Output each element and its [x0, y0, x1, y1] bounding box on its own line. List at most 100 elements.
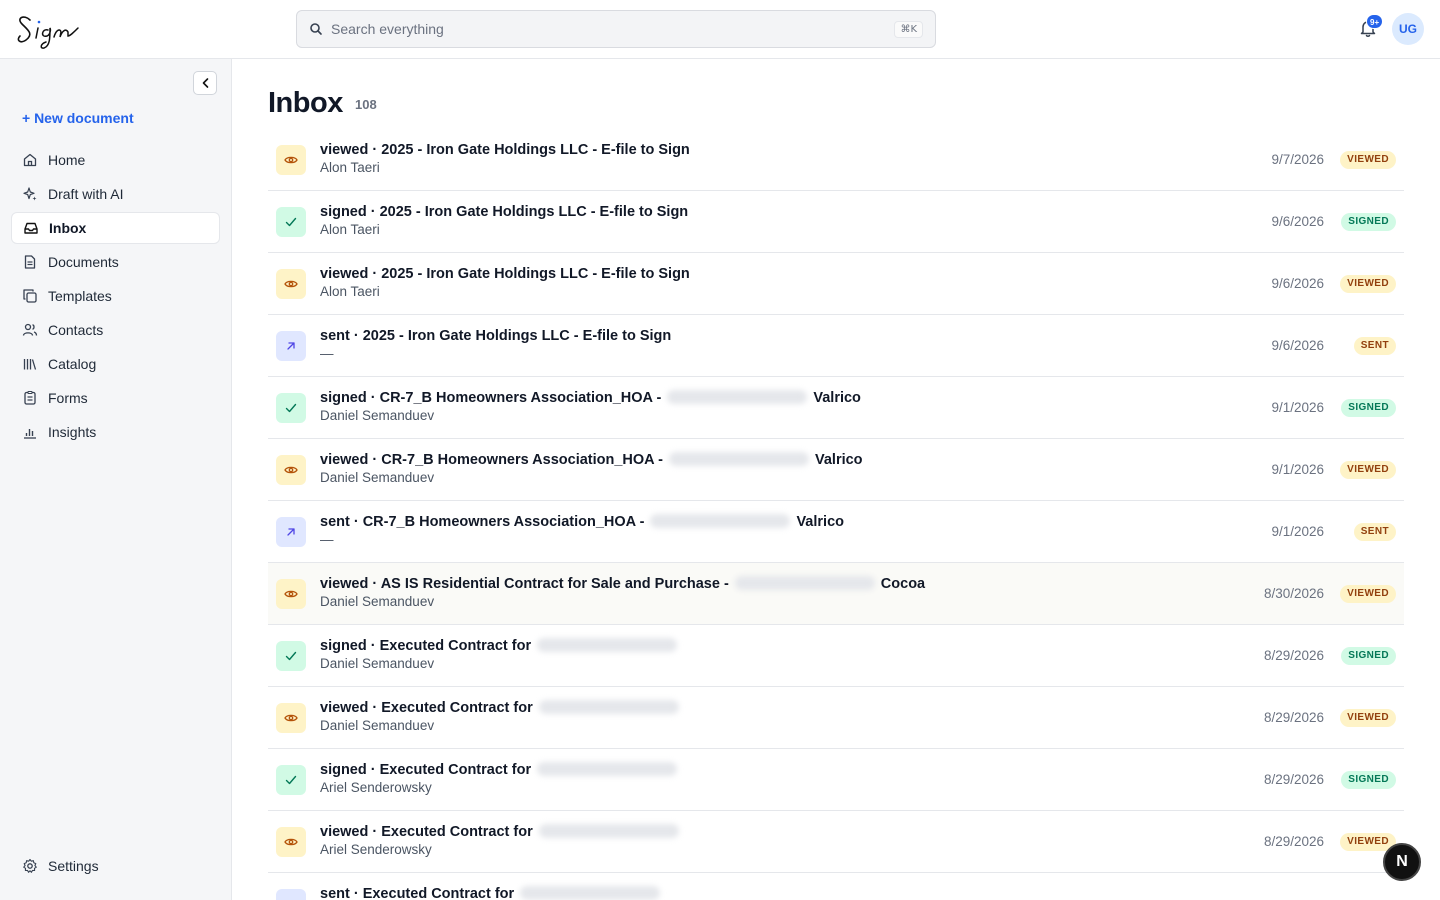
sidebar-item-label: Home — [48, 152, 86, 168]
search-bar[interactable]: ⌘K — [296, 10, 936, 48]
collapse-sidebar-button[interactable] — [193, 71, 217, 95]
row-title-text: signed · Executed Contract for — [320, 762, 532, 778]
sidebar-item-label: Contacts — [48, 322, 104, 338]
search-input[interactable] — [331, 11, 871, 47]
sidebar-item-contacts[interactable]: Contacts — [11, 314, 220, 346]
viewed-status-icon — [276, 455, 306, 485]
inbox-row[interactable]: signed · Executed Contract for Ariel Send… — [268, 749, 1404, 811]
row-person: Daniel Semanduev — [320, 656, 435, 671]
inbox-row[interactable]: sent · CR-7_B Homeowners Association_HOA… — [268, 501, 1404, 563]
row-title: sent · CR-7_B Homeowners Association_HOA… — [320, 514, 844, 530]
row-title-text: signed · 2025 - Iron Gate Holdings LLC -… — [320, 204, 689, 220]
notification-badge: 9+ — [1366, 14, 1384, 29]
user-avatar[interactable]: UG — [1392, 13, 1424, 45]
row-date: 9/1/2026 — [1271, 400, 1324, 415]
row-person: — — [320, 532, 334, 547]
check-icon — [285, 217, 297, 227]
row-person: — — [320, 346, 334, 361]
redacted-text — [650, 514, 791, 528]
floating-assistant-button[interactable]: N — [1383, 843, 1421, 881]
row-person: Ariel Senderowsky — [320, 780, 432, 795]
sidebar-item-settings[interactable]: Settings — [11, 850, 220, 882]
inbox-row[interactable]: viewed · Executed Contract for Ariel Send… — [268, 811, 1404, 873]
search-shortcut-hint: ⌘K — [894, 21, 923, 38]
status-badge: VIEWED — [1340, 461, 1396, 479]
sidebar-item-insights[interactable]: Insights — [11, 416, 220, 448]
row-title-text: viewed · CR-7_B Homeowners Association_H… — [320, 452, 663, 468]
row-title-suffix: Valrico — [814, 452, 863, 468]
sidebar-item-documents[interactable]: Documents — [11, 246, 220, 278]
inbox-row[interactable]: signed · CR-7_B Homeowners Association_H… — [268, 377, 1404, 439]
sign-logo[interactable] — [14, 8, 84, 50]
row-title: viewed · 2025 - Iron Gate Holdings LLC -… — [320, 142, 690, 158]
sidebar-item-catalog[interactable]: Catalog — [11, 348, 220, 380]
row-title-text: viewed · 2025 - Iron Gate Holdings LLC -… — [320, 142, 690, 158]
inbox-row[interactable]: viewed · CR-7_B Homeowners Association_H… — [268, 439, 1404, 501]
sidebar-item-forms[interactable]: Forms — [11, 382, 220, 414]
inbox-row[interactable]: viewed · AS IS Residential Contract for … — [268, 563, 1404, 625]
home-icon — [23, 153, 37, 167]
sidebar-item-inbox[interactable]: Inbox — [11, 212, 220, 244]
row-title: signed · Executed Contract for — [320, 638, 683, 654]
row-title: viewed · Executed Contract for — [320, 700, 685, 716]
viewed-status-icon — [276, 827, 306, 857]
row-title: signed · Executed Contract for — [320, 762, 683, 778]
status-badge: SIGNED — [1341, 213, 1396, 231]
inbox-row[interactable]: viewed · Executed Contract for Daniel Sem… — [268, 687, 1404, 749]
row-person: Daniel Semanduev — [320, 594, 435, 609]
row-date: 9/1/2026 — [1271, 462, 1324, 477]
row-date: 8/29/2026 — [1263, 710, 1324, 725]
sent-status-icon — [276, 331, 306, 361]
row-person: Daniel Semanduev — [320, 408, 435, 423]
row-date: 8/29/2026 — [1263, 648, 1324, 663]
status-badge: VIEWED — [1340, 151, 1396, 169]
sidebar-item-draft-with-ai[interactable]: Draft with AI — [11, 178, 220, 210]
sidebar: + New document Home Draft with AI Inbox … — [0, 59, 232, 900]
row-title-text: viewed · Executed Contract for — [320, 824, 533, 840]
row-person: Alon Taeri — [320, 160, 380, 175]
sparkle-icon — [23, 187, 37, 201]
search-icon — [310, 23, 322, 35]
inbox-row[interactable]: sent · 2025 - Iron Gate Holdings LLC - E… — [268, 315, 1404, 377]
inbox-row[interactable]: sent · Executed Contract for — [268, 873, 1404, 900]
check-icon — [285, 651, 297, 661]
status-badge: SIGNED — [1341, 399, 1396, 417]
row-title: viewed · Executed Contract for — [320, 824, 685, 840]
main-content: Inbox 108 viewed · 2025 - Iron Gate Hold… — [232, 59, 1440, 900]
sent-status-icon — [276, 517, 306, 547]
redacted-text — [667, 390, 808, 404]
inbox-row[interactable]: signed · Executed Contract for Daniel Sem… — [268, 625, 1404, 687]
row-title-suffix: Cocoa — [880, 576, 926, 592]
row-title: sent · Executed Contract for — [320, 886, 666, 900]
inbox-icon — [24, 222, 38, 234]
row-person: Daniel Semanduev — [320, 718, 435, 733]
redacted-text — [538, 700, 679, 714]
new-document-button[interactable]: + New document — [22, 110, 134, 126]
redacted-text — [668, 452, 809, 466]
redacted-text — [734, 576, 875, 590]
row-date: 9/6/2026 — [1271, 338, 1324, 353]
eye-icon — [284, 590, 298, 598]
row-title: viewed · AS IS Residential Contract for … — [320, 576, 925, 592]
viewed-status-icon — [276, 269, 306, 299]
eye-icon — [284, 280, 298, 288]
row-date: 9/6/2026 — [1271, 276, 1324, 291]
sidebar-item-templates[interactable]: Templates — [11, 280, 220, 312]
check-icon — [285, 775, 297, 785]
inbox-list: viewed · 2025 - Iron Gate Holdings LLC -… — [268, 129, 1404, 900]
sidebar-item-label: Settings — [48, 858, 99, 874]
viewed-status-icon — [276, 145, 306, 175]
sidebar-item-home[interactable]: Home — [11, 144, 220, 176]
page-title: Inbox — [268, 87, 343, 119]
redacted-text — [520, 886, 661, 900]
inbox-row[interactable]: viewed · 2025 - Iron Gate Holdings LLC -… — [268, 129, 1404, 191]
row-person: Alon Taeri — [320, 222, 380, 237]
signed-status-icon — [276, 641, 306, 671]
row-title: viewed · CR-7_B Homeowners Association_H… — [320, 452, 863, 468]
inbox-row[interactable]: signed · 2025 - Iron Gate Holdings LLC -… — [268, 191, 1404, 253]
viewed-status-icon — [276, 703, 306, 733]
top-bar: ⌘K 9+ UG — [0, 0, 1440, 59]
eye-icon — [284, 714, 298, 722]
inbox-row[interactable]: viewed · 2025 - Iron Gate Holdings LLC -… — [268, 253, 1404, 315]
row-title: signed · 2025 - Iron Gate Holdings LLC -… — [320, 204, 688, 220]
